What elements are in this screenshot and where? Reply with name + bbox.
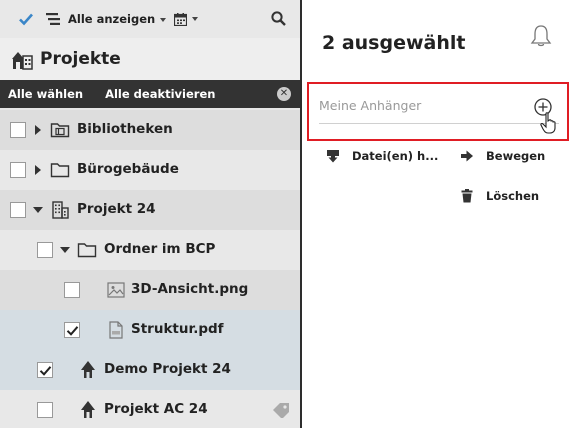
delete-button[interactable]: Löschen <box>460 189 539 203</box>
page-title: Projekte <box>40 49 121 69</box>
tag-icon[interactable] <box>272 402 290 418</box>
download-button[interactable]: Datei(en) h... <box>326 149 438 163</box>
chevron-down-icon[interactable] <box>60 247 70 253</box>
tree-item-checkbox[interactable] <box>37 242 53 258</box>
checkmark-icon[interactable] <box>18 11 34 27</box>
attachment-section <box>307 82 569 141</box>
checkmark-icon <box>66 326 79 336</box>
tree-item-label: Projekt AC 24 <box>104 401 208 417</box>
close-icon[interactable]: ✕ <box>277 87 291 101</box>
projects-panel: Alle anzeigen Projekte Alle wählen Alle … <box>0 0 300 428</box>
selection-count-title: 2 ausgewählt <box>322 32 466 54</box>
project-icon <box>81 401 95 418</box>
hand-cursor-icon <box>540 112 556 134</box>
tree-item-label: Bibliotheken <box>77 121 173 137</box>
arrow-right-icon <box>461 150 473 162</box>
move-label: Bewegen <box>486 149 546 163</box>
chevron-right-icon[interactable] <box>35 165 41 175</box>
download-label: Datei(en) h... <box>352 149 439 163</box>
tree-item-label: Ordner im BCP <box>104 241 216 257</box>
tree-item-buerogebaeude[interactable]: Bürogebäude <box>0 150 300 190</box>
tree-item-3d-ansicht[interactable]: 3D-Ansicht.png <box>0 270 300 310</box>
tree-item-label: Projekt 24 <box>77 201 156 217</box>
search-icon[interactable] <box>271 11 286 26</box>
pdf-file-icon <box>109 321 123 339</box>
toolbar: Alle anzeigen <box>0 0 300 38</box>
building-icon <box>52 201 69 219</box>
chevron-right-icon[interactable] <box>35 125 41 135</box>
checkmark-icon <box>39 366 52 376</box>
chevron-down-icon[interactable] <box>33 207 43 213</box>
projects-icon <box>12 52 33 70</box>
select-all-button[interactable]: Alle wählen <box>8 87 83 101</box>
filter-dropdown[interactable]: Alle anzeigen <box>68 12 167 26</box>
tree-item-label: Struktur.pdf <box>131 321 224 337</box>
tree-item-checkbox[interactable] <box>64 322 80 338</box>
image-file-icon <box>107 282 125 298</box>
calendar-icon[interactable] <box>174 12 188 26</box>
folder-icon <box>50 163 70 178</box>
bell-icon[interactable] <box>530 24 552 48</box>
tree-item-checkbox[interactable] <box>10 202 26 218</box>
selection-bar: Alle wählen Alle deaktivieren ✕ <box>0 80 300 108</box>
tree-item-checkbox[interactable] <box>10 122 26 138</box>
tree-item-label: Bürogebäude <box>77 161 179 177</box>
list-icon[interactable] <box>46 13 60 25</box>
tree-item-ordner-im-bcp[interactable]: Ordner im BCP <box>0 230 300 270</box>
folder-icon <box>77 243 97 258</box>
tree-item-checkbox[interactable] <box>10 162 26 178</box>
trash-icon <box>461 189 473 203</box>
tree-item-struktur-pdf[interactable]: Struktur.pdf <box>0 310 300 350</box>
tree-item-projekt-24[interactable]: Projekt 24 <box>0 190 300 230</box>
tree-item-label: 3D-Ansicht.png <box>131 281 249 297</box>
move-button[interactable]: Bewegen <box>460 149 545 163</box>
details-panel: 2 ausgewählt Datei(en) h... Bewegen <box>302 0 572 428</box>
calendar-chevron-down-icon[interactable] <box>192 17 199 21</box>
download-icon <box>327 150 339 163</box>
tree-item-checkbox[interactable] <box>37 362 53 378</box>
tree-item-checkbox[interactable] <box>37 402 53 418</box>
tree-item-demo-projekt-24[interactable]: Demo Projekt 24 <box>0 350 300 390</box>
chevron-down-icon <box>160 17 167 22</box>
projects-header: Projekte <box>0 38 300 80</box>
library-folder-icon <box>50 123 70 138</box>
delete-label: Löschen <box>486 189 540 203</box>
tree-item-bibliotheken[interactable]: Bibliotheken <box>0 110 300 150</box>
tree-item-checkbox[interactable] <box>64 282 80 298</box>
project-icon <box>81 361 95 378</box>
deselect-all-button[interactable]: Alle deaktivieren <box>105 87 215 101</box>
tree-item-label: Demo Projekt 24 <box>104 361 231 377</box>
filter-label: Alle anzeigen <box>68 12 156 26</box>
tree-item-projekt-ac-24[interactable]: Projekt AC 24 <box>0 390 300 428</box>
attachment-input[interactable] <box>319 88 559 124</box>
